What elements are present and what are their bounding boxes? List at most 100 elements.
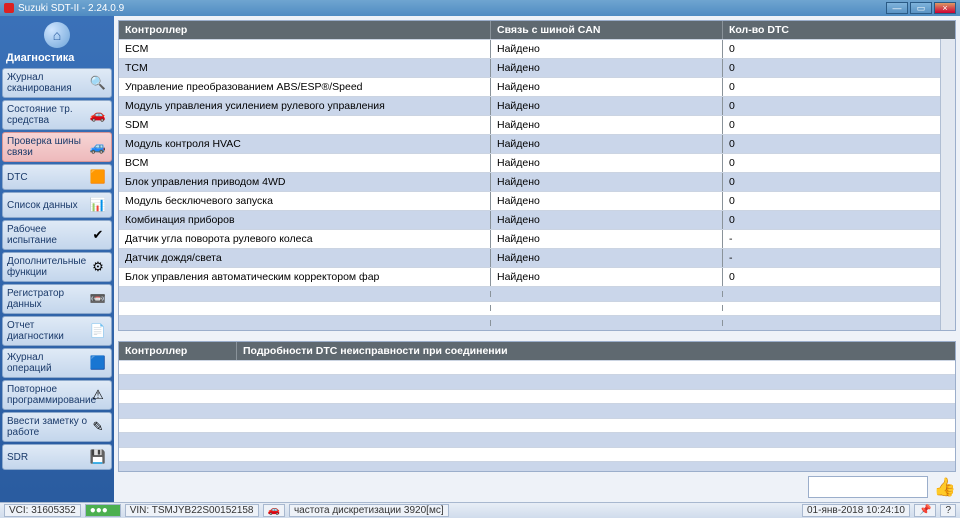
- detail-row[interactable]: [119, 360, 955, 375]
- cell-can: Найдено: [491, 97, 723, 115]
- cell-can: Найдено: [491, 59, 723, 77]
- sidebar-item-9[interactable]: Журнал операций🟦: [2, 348, 112, 378]
- sidebar-item-icon: 📊: [89, 196, 107, 214]
- status-pin-icon[interactable]: 📌: [914, 504, 936, 517]
- sidebar-item-icon: 🚙: [89, 138, 107, 156]
- window-title: Suzuki SDT-II - 2.24.0.9: [18, 3, 124, 14]
- cell-dtc: 0: [723, 192, 940, 210]
- sidebar-item-2[interactable]: Проверка шины связи🚙: [2, 132, 112, 162]
- table-row[interactable]: Блок управления приводом 4WDНайдено0: [119, 172, 940, 191]
- table-row[interactable]: BCMНайдено0: [119, 153, 940, 172]
- cell-can: Найдено: [491, 211, 723, 229]
- th-dtc[interactable]: Кол-во DTC: [723, 21, 955, 39]
- sidebar-item-10[interactable]: Повторное программирование⚠: [2, 380, 112, 410]
- cell-controller: Комбинация приборов: [119, 211, 491, 229]
- th-can[interactable]: Связь с шиной CAN: [491, 21, 723, 39]
- sidebar-item-11[interactable]: Ввести заметку о работе✎: [2, 412, 112, 442]
- sidebar-item-4[interactable]: Список данных 📊: [2, 192, 112, 218]
- cell-can: [491, 320, 723, 326]
- table-row[interactable]: Модуль управления усилением рулевого упр…: [119, 96, 940, 115]
- sidebar-item-7[interactable]: Регистратор данных📼: [2, 284, 112, 314]
- cell-dtc: [723, 320, 940, 326]
- cell-can: Найдено: [491, 268, 723, 286]
- scrollbar-vertical[interactable]: [940, 39, 955, 330]
- sidebar-item-label: Отчет диагностики: [7, 320, 89, 342]
- sidebar-item-icon: ✎: [89, 418, 107, 436]
- cell-dtc: 0: [723, 173, 940, 191]
- cell-can: [491, 305, 723, 311]
- home-icon[interactable]: ⌂: [44, 22, 70, 48]
- sidebar-item-icon: 🟧: [89, 168, 107, 186]
- detail-row[interactable]: [119, 418, 955, 433]
- thumbs-up-icon[interactable]: 👍: [934, 477, 956, 498]
- status-bar: VCI: 31605352 ●●● VIN: TSMJYB22S00152158…: [0, 502, 960, 518]
- sidebar-item-icon: 🚗: [89, 106, 107, 124]
- detail-row[interactable]: [119, 447, 955, 462]
- detail-row[interactable]: [119, 374, 955, 389]
- cell-controller: Модуль бесключевого запуска: [119, 192, 491, 210]
- detail-row[interactable]: [119, 403, 955, 418]
- sidebar-item-5[interactable]: Рабочее испытание✔: [2, 220, 112, 250]
- table-header-row: Контроллер Связь с шиной CAN Кол-во DTC: [119, 21, 955, 39]
- table-row[interactable]: TCMНайдено0: [119, 58, 940, 77]
- cell-dtc: [723, 305, 940, 311]
- detail-row[interactable]: [119, 461, 955, 472]
- sidebar-item-label: Журнал сканирования: [7, 72, 89, 94]
- table-row[interactable]: [119, 301, 940, 316]
- sidebar-item-label: SDR: [7, 452, 28, 463]
- status-vehicle-icon: 🚗: [263, 504, 285, 517]
- th2-controller[interactable]: Контроллер: [119, 342, 237, 360]
- sidebar-item-icon: 📄: [89, 322, 107, 340]
- table-row[interactable]: Датчик угла поворота рулевого колесаНайд…: [119, 229, 940, 248]
- th-controller[interactable]: Контроллер: [119, 21, 491, 39]
- cell-controller: BCM: [119, 154, 491, 172]
- table-row[interactable]: Модуль бесключевого запускаНайдено0: [119, 191, 940, 210]
- cell-can: Найдено: [491, 40, 723, 58]
- controller-table: Контроллер Связь с шиной CAN Кол-во DTC …: [118, 20, 956, 331]
- table-row[interactable]: [119, 315, 940, 330]
- sidebar-heading: Диагностика: [2, 50, 112, 68]
- detail-header-row: Контроллер Подробности DTC неисправности…: [119, 342, 955, 360]
- table-row[interactable]: [119, 286, 940, 301]
- table-row[interactable]: Комбинация приборовНайдено0: [119, 210, 940, 229]
- table-row[interactable]: ECMНайдено0: [119, 39, 940, 58]
- sidebar-item-icon: ⚙: [89, 258, 107, 276]
- sidebar-item-6[interactable]: Дополнительные функции⚙: [2, 252, 112, 282]
- sidebar-item-1[interactable]: Состояние тр. средства🚗: [2, 100, 112, 130]
- close-button[interactable]: ×: [934, 2, 956, 14]
- sidebar-item-label: Дополнительные функции: [7, 256, 89, 278]
- window-titlebar: Suzuki SDT-II - 2.24.0.9 — ▭ ×: [0, 0, 960, 16]
- cell-dtc: 0: [723, 78, 940, 96]
- table-row[interactable]: Датчик дождя/светаНайдено-: [119, 248, 940, 267]
- table-row[interactable]: Модуль контроля HVACНайдено0: [119, 134, 940, 153]
- cell-controller: Блок управления приводом 4WD: [119, 173, 491, 191]
- cell-dtc: 0: [723, 268, 940, 286]
- sidebar-item-0[interactable]: Журнал сканирования🔍: [2, 68, 112, 98]
- status-datetime: 01-янв-2018 10:24:10: [802, 504, 910, 517]
- status-freq: частота дискретизации 3920[мс]: [289, 504, 449, 517]
- sidebar-item-3[interactable]: DTC 🟧: [2, 164, 112, 190]
- sidebar-item-icon: 💾: [89, 448, 107, 466]
- detail-row[interactable]: [119, 389, 955, 404]
- th2-detail[interactable]: Подробности DTC неисправности при соедин…: [237, 342, 955, 360]
- sidebar: ⌂ Диагностика Журнал сканирования🔍Состоя…: [0, 16, 114, 502]
- cell-can: Найдено: [491, 78, 723, 96]
- sidebar-item-label: Проверка шины связи: [7, 136, 89, 158]
- table-row[interactable]: Блок управления автоматическим корректор…: [119, 267, 940, 286]
- minimize-button[interactable]: —: [886, 2, 908, 14]
- detail-row[interactable]: [119, 432, 955, 447]
- cell-can: Найдено: [491, 249, 723, 267]
- sidebar-item-icon: 🟦: [89, 354, 107, 372]
- sidebar-item-12[interactable]: SDR 💾: [2, 444, 112, 470]
- cell-controller: Управление преобразованием ABS/ESP®/Spee…: [119, 78, 491, 96]
- sidebar-item-label: DTC: [7, 172, 28, 183]
- cell-can: Найдено: [491, 116, 723, 134]
- note-input[interactable]: [808, 476, 928, 498]
- maximize-button[interactable]: ▭: [910, 2, 932, 14]
- table-row[interactable]: Управление преобразованием ABS/ESP®/Spee…: [119, 77, 940, 96]
- sidebar-item-label: Список данных: [7, 200, 78, 211]
- cell-controller: Модуль контроля HVAC: [119, 135, 491, 153]
- table-row[interactable]: SDMНайдено0: [119, 115, 940, 134]
- status-help-icon[interactable]: ?: [940, 504, 956, 517]
- sidebar-item-8[interactable]: Отчет диагностики📄: [2, 316, 112, 346]
